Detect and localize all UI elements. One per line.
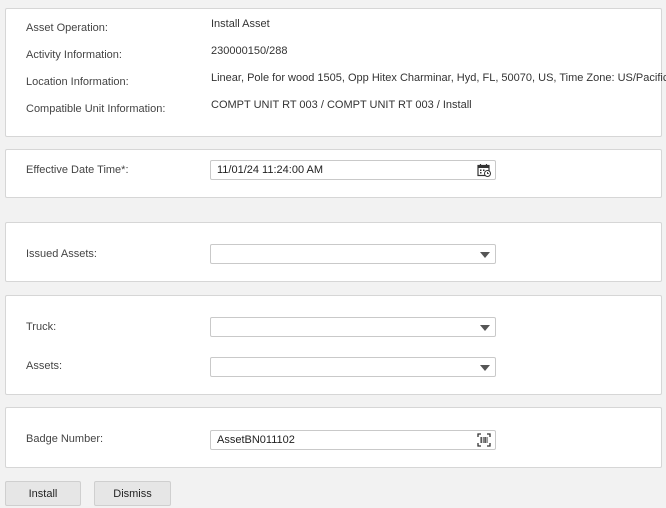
- badge-number-input[interactable]: AssetBN011102: [210, 430, 496, 450]
- assets-select[interactable]: [210, 357, 496, 377]
- effective-date-value: 11/01/24 11:24:00 AM: [217, 164, 324, 176]
- assets-label: Assets:: [26, 360, 63, 372]
- effective-date-input[interactable]: 11/01/24 11:24:00 AM: [210, 160, 496, 180]
- compatible-unit-label: Compatible Unit Information:: [26, 103, 166, 115]
- issued-assets-select[interactable]: [210, 244, 496, 264]
- activity-information-value: 230000150/288: [211, 45, 288, 57]
- barcode-scan-icon[interactable]: [477, 433, 491, 447]
- badge-number-panel: Badge Number: AssetBN011102: [5, 407, 662, 468]
- badge-number-label: Badge Number:: [26, 433, 104, 445]
- install-button[interactable]: Install: [5, 481, 81, 506]
- issued-assets-panel: Issued Assets:: [5, 222, 662, 282]
- effective-date-panel: Effective Date Time*: 11/01/24 11:24:00 …: [5, 149, 662, 198]
- calendar-icon[interactable]: [477, 163, 491, 177]
- truck-label: Truck:: [26, 321, 57, 333]
- effective-date-label: Effective Date Time*:: [26, 164, 129, 176]
- issued-assets-label: Issued Assets:: [26, 248, 97, 260]
- badge-number-value: AssetBN011102: [217, 434, 295, 446]
- asset-info-panel: Asset Operation: Install Asset Activity …: [5, 8, 666, 137]
- truck-assets-panel: Truck: Assets:: [5, 295, 662, 395]
- chevron-down-icon[interactable]: [480, 252, 490, 258]
- truck-select[interactable]: [210, 317, 496, 337]
- activity-information-label: Activity Information:: [26, 49, 122, 61]
- chevron-down-icon[interactable]: [480, 325, 490, 331]
- chevron-down-icon[interactable]: [480, 365, 490, 371]
- asset-operation-value: Install Asset: [211, 18, 270, 30]
- asset-operation-label: Asset Operation:: [26, 22, 108, 34]
- compatible-unit-value: COMPT UNIT RT 003 / COMPT UNIT RT 003 / …: [211, 99, 472, 111]
- location-information-value: Linear, Pole for wood 1505, Opp Hitex Ch…: [211, 72, 666, 84]
- location-information-label: Location Information:: [26, 76, 129, 88]
- dismiss-button[interactable]: Dismiss: [94, 481, 171, 506]
